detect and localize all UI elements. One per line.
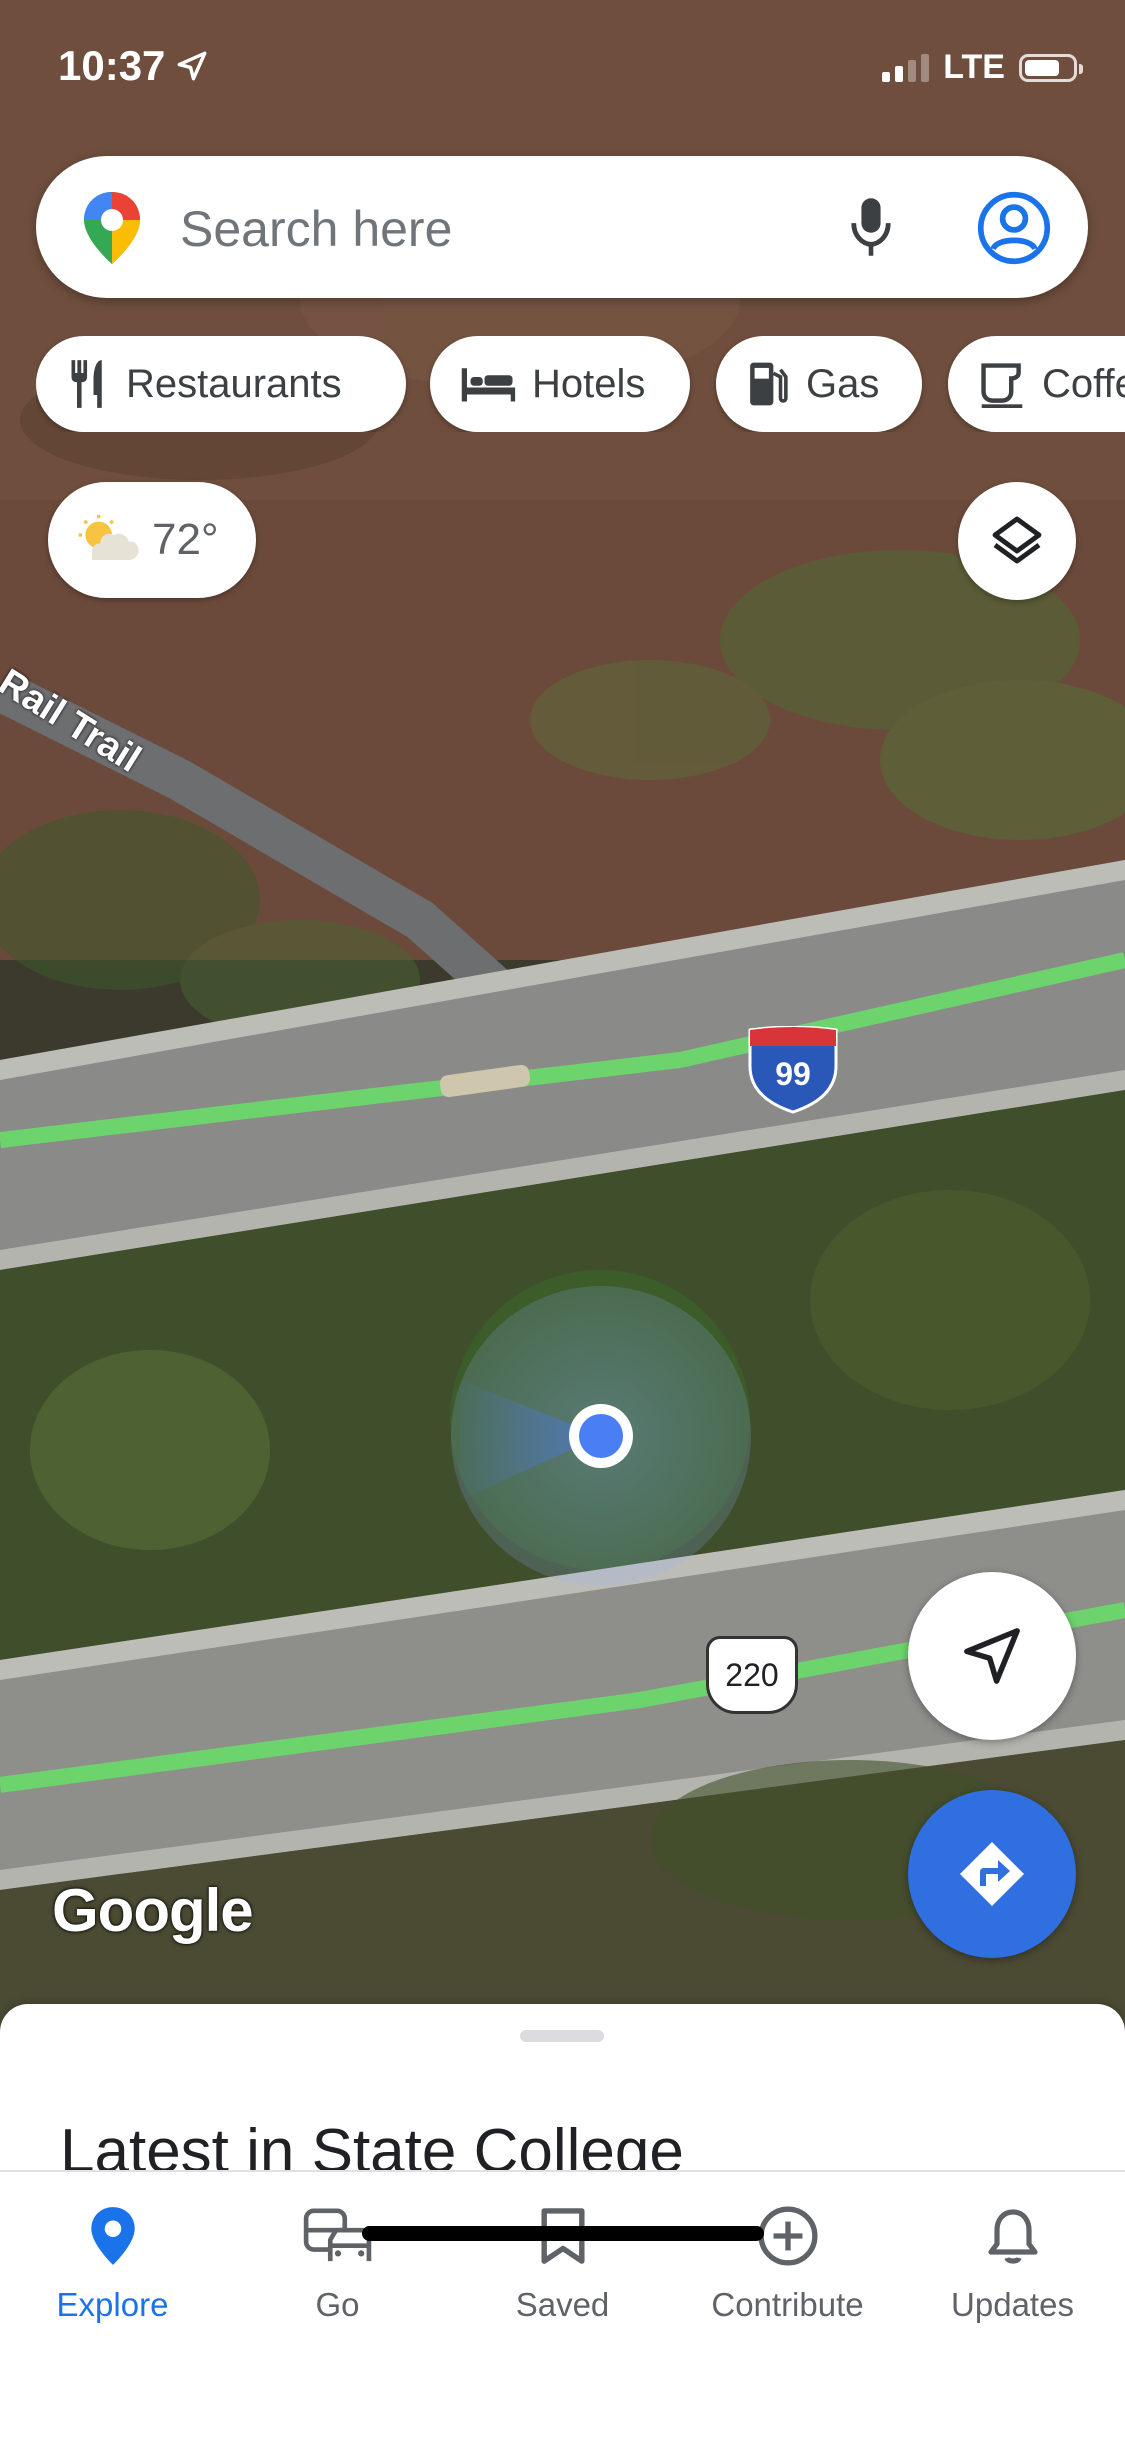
explore-pin-icon [90,2207,135,2265]
chip-label: Restaurants [126,361,342,406]
status-time: 10:37 [58,42,166,89]
chip-coffee[interactable]: Coffee [948,336,1125,432]
gas-pump-icon [750,362,788,406]
signal-icon [882,53,930,82]
battery-icon [1019,53,1083,82]
directions-button[interactable] [908,1790,1076,1958]
chip-label: Gas [806,361,880,406]
status-time-group: 10:37 [58,42,209,90]
nav-label: Go [315,2286,360,2323]
navigation-arrow-icon [964,1628,1020,1684]
layers-button[interactable] [958,482,1076,600]
nav-label: Updates [951,2286,1074,2323]
weather-temperature: 72° [152,515,219,564]
layers-icon [992,516,1042,564]
maps-pin-logo-icon [84,192,140,264]
bottom-navigation: Explore Go Saved Contribute Updates [0,2170,1125,2438]
nav-saved[interactable]: Saved [450,2200,675,2324]
nav-label: Contribute [711,2286,864,2323]
fork-knife-icon [71,360,102,408]
status-bar: 10:37 LTE [0,0,1125,140]
chip-label: Coffee [1042,361,1125,406]
interstate-shield[interactable]: 99 [746,1025,840,1114]
nav-contribute[interactable]: Contribute [675,2200,900,2324]
weather-chip[interactable]: 72° [48,482,256,598]
search-bar[interactable]: Search here [36,156,1088,298]
account-circle-icon[interactable] [976,190,1052,266]
nav-label: Saved [515,2286,610,2323]
nav-label: Explore [56,2286,169,2323]
bed-icon [461,368,516,402]
partly-cloudy-icon [78,515,139,560]
status-indicators: LTE [882,48,1083,87]
nav-updates[interactable]: Updates [900,2200,1125,2324]
add-circle-icon [757,2206,818,2266]
us-route-number: 220 [725,1656,779,1693]
chip-restaurants[interactable]: Restaurants [36,336,406,432]
nav-explore[interactable]: Explore [0,2200,225,2324]
network-type: LTE [943,48,1005,86]
nav-go[interactable]: Go [225,2200,450,2324]
chip-hotels[interactable]: Hotels [430,336,690,432]
interstate-number: 99 [775,1056,811,1092]
mic-icon[interactable] [848,196,894,258]
directions-icon [960,1842,1024,1906]
home-indicator[interactable] [362,2226,764,2241]
location-arrow-icon [177,51,207,81]
my-location-button[interactable] [908,1572,1076,1740]
category-chips: Restaurants Hotels Gas Coffee [36,336,1125,432]
us-route-shield[interactable]: 220 [706,1636,798,1714]
coffee-cup-icon [981,363,1023,408]
google-watermark: Google [52,1877,254,1944]
sheet-drag-handle[interactable] [520,2030,604,2042]
chip-label: Hotels [532,361,646,406]
bell-icon [987,2209,1038,2264]
search-input[interactable]: Search here [180,200,452,258]
chip-gas[interactable]: Gas [716,336,922,432]
